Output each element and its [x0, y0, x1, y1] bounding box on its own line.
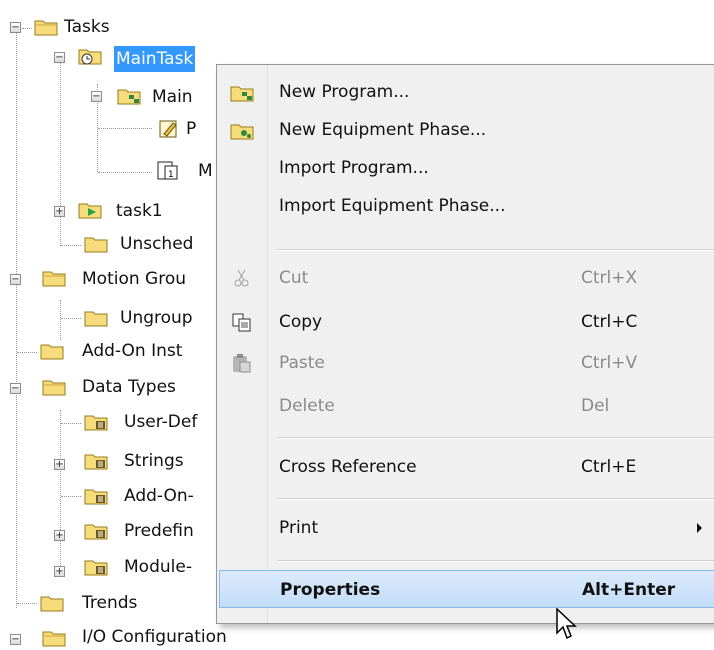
tree-connector: [98, 172, 152, 173]
context-menu: New Program... New Equipment Phase... Im…: [216, 64, 714, 624]
tree-connector: [61, 423, 81, 424]
maintask-collapse-toggle[interactable]: −: [54, 52, 65, 63]
tree-item-mainroutine[interactable]: M: [196, 158, 215, 184]
folder-icon: [42, 627, 66, 647]
tree-connector: [60, 300, 61, 340]
tree-connector: [61, 318, 81, 319]
menu-item-print[interactable]: Print: [217, 509, 714, 547]
folder-icon: [40, 592, 64, 612]
scissors-icon: [230, 268, 254, 288]
menu-item-new-equipment-phase[interactable]: New Equipment Phase...: [217, 111, 714, 149]
menu-item-delete[interactable]: Delete Del: [217, 387, 714, 425]
tree-item-motion-groups[interactable]: Motion Grou: [80, 266, 188, 292]
datatype-icon: [84, 411, 108, 431]
menu-item-copy[interactable]: Copy Ctrl+C: [217, 303, 714, 341]
routine-icon: 1: [156, 160, 180, 180]
tree-item-trends[interactable]: Trends: [80, 590, 139, 616]
tree-item-unscheduled[interactable]: Unsched: [118, 231, 195, 257]
task-icon: [78, 199, 102, 219]
predefined-expand-toggle[interactable]: +: [54, 530, 65, 541]
data-types-collapse-toggle[interactable]: −: [10, 383, 21, 394]
tree-item-module-defined[interactable]: Module-: [122, 554, 194, 580]
menu-item-cross-reference[interactable]: Cross Reference Ctrl+E: [217, 448, 714, 486]
submenu-arrow-icon: [697, 523, 702, 533]
datatype-icon: [84, 485, 108, 505]
tree-item-mainprogram[interactable]: Main: [150, 84, 195, 110]
paste-icon: [230, 353, 254, 373]
tree-connector: [17, 352, 37, 353]
datatype-icon: [84, 450, 108, 470]
new-equipment-phase-icon: [230, 120, 254, 140]
strings-expand-toggle[interactable]: +: [54, 459, 65, 470]
tree-item-addon-instructions[interactable]: Add-On Inst: [80, 338, 184, 364]
tree-item-tasks[interactable]: Tasks: [62, 14, 112, 40]
tree-connector: [98, 128, 152, 129]
tree-item-data-types[interactable]: Data Types: [80, 374, 178, 400]
menu-item-properties[interactable]: Properties Alt+Enter: [219, 570, 714, 608]
program-icon: [117, 85, 141, 105]
tree-item-ungrouped-axes[interactable]: Ungroup: [118, 305, 195, 331]
mouse-cursor-icon: [555, 607, 581, 641]
datatype-icon: [84, 520, 108, 540]
tree-item-strings[interactable]: Strings: [122, 448, 186, 474]
tasks-collapse-toggle[interactable]: −: [10, 22, 21, 33]
tree-connector: [22, 28, 32, 29]
tree-item-io-configuration[interactable]: I/O Configuration: [80, 624, 229, 650]
folder-icon: [42, 267, 66, 287]
menu-separator: [277, 560, 714, 562]
datatype-icon: [84, 556, 108, 576]
folder-icon: [84, 307, 108, 327]
tree-item-user-defined[interactable]: User-Def: [122, 409, 199, 435]
new-program-icon: [230, 82, 254, 102]
menu-separator: [277, 249, 714, 251]
menu-item-paste[interactable]: Paste Ctrl+V: [217, 344, 714, 382]
folder-icon: [42, 376, 66, 396]
menu-item-import-equipment-phase[interactable]: Import Equipment Phase...: [217, 187, 714, 225]
tree-connector: [60, 58, 61, 246]
tree-connector: [61, 245, 81, 246]
io-configuration-collapse-toggle[interactable]: −: [10, 634, 21, 645]
task-icon: [78, 45, 102, 65]
menu-item-import-program[interactable]: Import Program...: [217, 149, 714, 187]
tree-connector: [16, 28, 17, 608]
task1-expand-toggle[interactable]: +: [54, 206, 65, 217]
tree-item-predefined[interactable]: Predefin: [122, 518, 196, 544]
svg-text:1: 1: [168, 170, 174, 180]
tree-item-parameters[interactable]: P: [184, 116, 198, 142]
motion-groups-collapse-toggle[interactable]: −: [10, 274, 21, 285]
copy-icon: [230, 312, 254, 332]
folder-icon: [34, 16, 58, 36]
menu-separator: [277, 498, 714, 500]
mainprogram-collapse-toggle[interactable]: −: [91, 91, 102, 102]
tree-connector: [17, 603, 37, 604]
tree-item-maintask[interactable]: MainTask: [114, 46, 196, 72]
menu-item-new-program[interactable]: New Program...: [217, 73, 714, 111]
tree-item-addon-defined[interactable]: Add-On-: [122, 483, 196, 509]
menu-separator: [277, 437, 714, 439]
tree-item-task1[interactable]: task1: [114, 198, 165, 224]
folder-icon: [84, 233, 108, 253]
folder-icon: [40, 340, 64, 360]
parameters-icon: [157, 118, 181, 138]
tree-connector: [60, 410, 61, 570]
module-defined-expand-toggle[interactable]: +: [54, 566, 65, 577]
menu-item-cut[interactable]: Cut Ctrl+X: [217, 259, 714, 297]
tree-connector: [61, 496, 81, 497]
